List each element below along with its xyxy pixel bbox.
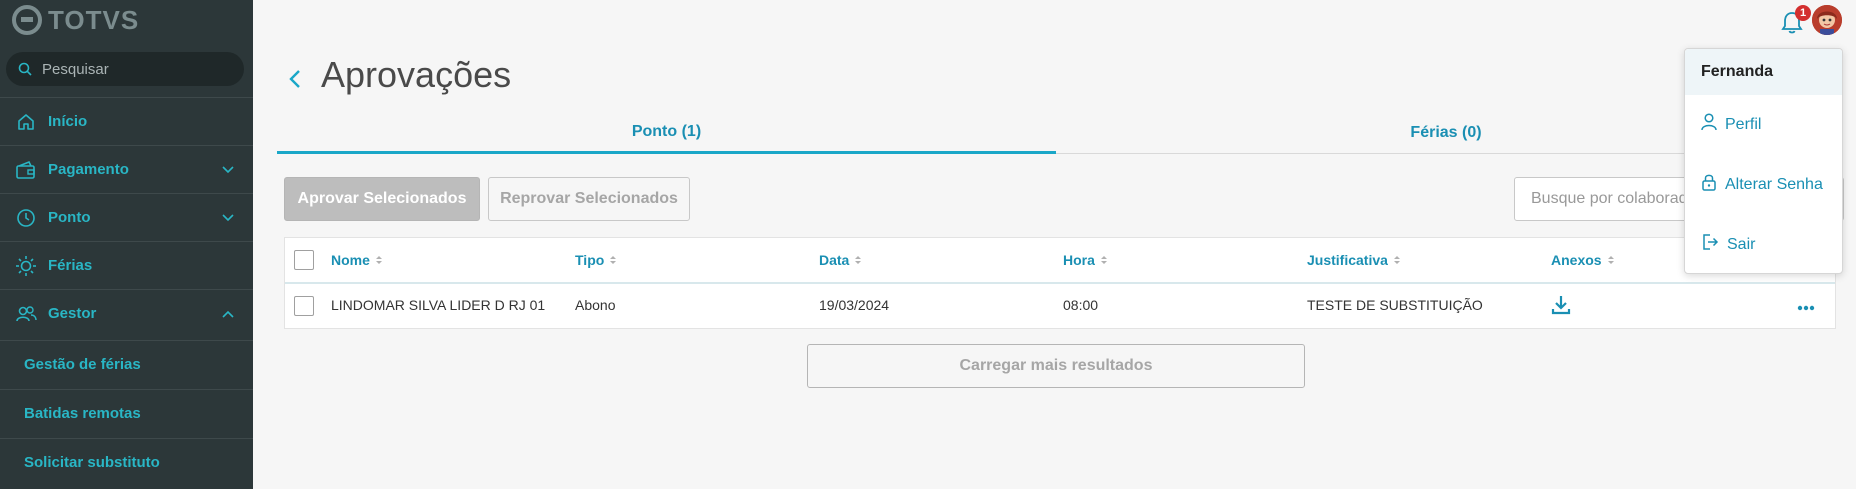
- reject-selected-button[interactable]: Reprovar Selecionados: [488, 177, 690, 221]
- users-icon: [15, 303, 37, 325]
- column-label: Tipo: [575, 252, 605, 268]
- sidebar-item-pagamento[interactable]: Pagamento: [0, 145, 253, 193]
- more-options-icon[interactable]: [1797, 298, 1815, 316]
- column-header-anexos[interactable]: Anexos: [1551, 252, 1614, 268]
- sun-icon: [15, 255, 37, 277]
- sidebar-item-label: Início: [48, 113, 88, 130]
- user-icon: [1701, 113, 1717, 136]
- sidebar-item-ponto[interactable]: Ponto: [0, 193, 253, 241]
- logo-text: TOTVS: [48, 4, 140, 35]
- chevron-up-icon: [221, 307, 235, 321]
- sidebar-subitem-batidas-remotas[interactable]: Batidas remotas: [0, 389, 253, 437]
- sort-icon: [1607, 255, 1614, 265]
- menu-item-label: Alterar Senha: [1725, 175, 1823, 193]
- sidebar-subitem-solicitar-substituto[interactable]: Solicitar substituto: [0, 438, 253, 486]
- sidebar-item-label: Ponto: [48, 209, 91, 226]
- column-label: Anexos: [1551, 252, 1602, 268]
- home-icon: [15, 111, 37, 133]
- menu-item-sair[interactable]: Sair: [1701, 233, 1755, 256]
- wallet-icon: [15, 159, 37, 181]
- page-title: Aprovações: [321, 54, 512, 95]
- chevron-left-icon: [289, 70, 300, 88]
- cell-hora: 08:00: [1063, 297, 1099, 313]
- sidebar-item-label: Pagamento: [48, 161, 129, 178]
- column-label: Justificativa: [1307, 252, 1388, 268]
- logout-icon: [1701, 233, 1719, 256]
- totvs-logo-icon: [12, 5, 42, 35]
- column-header-justificativa[interactable]: Justificativa: [1307, 252, 1400, 268]
- column-label: Nome: [331, 252, 370, 268]
- menu-item-label: Sair: [1727, 235, 1756, 253]
- approvals-table: Nome Tipo Data Hora Justificativa Anexos…: [284, 237, 1836, 329]
- notification-badge: 1: [1795, 5, 1811, 21]
- sidebar-item-label: Férias: [48, 257, 93, 274]
- menu-item-label: Perfil: [1725, 115, 1762, 133]
- menu-item-perfil[interactable]: Perfil: [1701, 113, 1761, 136]
- cell-justificativa: TESTE DE SUBSTITUIÇÃO: [1307, 297, 1483, 313]
- back-button[interactable]: [284, 65, 306, 93]
- search-icon: [18, 62, 32, 76]
- sort-icon: [610, 255, 617, 265]
- column-label: Data: [819, 252, 850, 268]
- column-label: Hora: [1063, 252, 1095, 268]
- clock-icon: [15, 207, 37, 229]
- sort-icon: [855, 255, 862, 265]
- user-menu-name: Fernanda: [1685, 49, 1842, 95]
- table-header: Nome Tipo Data Hora Justificativa Anexos: [285, 238, 1835, 284]
- sidebar-item-inicio[interactable]: Início: [0, 97, 253, 145]
- sidebar-subitem-gestao-ferias[interactable]: Gestão de férias: [0, 340, 253, 388]
- sidebar: TOTVS Início Pagamento Ponto Férias Gest…: [0, 0, 253, 489]
- download-icon[interactable]: [1551, 294, 1571, 321]
- lock-icon: [1701, 173, 1717, 196]
- chevron-down-icon: [221, 211, 235, 225]
- column-header-data[interactable]: Data: [819, 252, 862, 268]
- user-menu: Fernanda Perfil Alterar Senha Sair: [1684, 48, 1843, 274]
- table-row[interactable]: LINDOMAR SILVA LIDER D RJ 01 Abono 19/03…: [285, 284, 1835, 328]
- sidebar-search[interactable]: [6, 52, 244, 86]
- sidebar-item-gestor[interactable]: Gestor: [0, 289, 253, 337]
- sort-icon: [1100, 255, 1107, 265]
- cell-nome: LINDOMAR SILVA LIDER D RJ 01: [331, 297, 546, 313]
- column-header-nome[interactable]: Nome: [331, 252, 382, 268]
- chevron-down-icon: [221, 163, 235, 177]
- load-more-button[interactable]: Carregar mais resultados: [807, 344, 1305, 388]
- sidebar-item-label: Gestor: [48, 305, 97, 322]
- sidebar-subitem-label: Batidas remotas: [24, 405, 141, 422]
- cell-data: 19/03/2024: [819, 297, 890, 313]
- sidebar-subitem-label: Gestão de férias: [24, 356, 141, 373]
- sidebar-search-input[interactable]: [42, 60, 222, 78]
- sidebar-subitem-label: Solicitar substituto: [24, 454, 160, 471]
- select-all-checkbox[interactable]: [294, 250, 314, 270]
- sort-icon: [375, 255, 382, 265]
- avatar[interactable]: [1812, 5, 1842, 35]
- approve-selected-button[interactable]: Aprovar Selecionados: [284, 177, 480, 221]
- menu-item-alterar-senha[interactable]: Alterar Senha: [1701, 173, 1823, 196]
- sidebar-item-ferias[interactable]: Férias: [0, 241, 253, 289]
- column-header-hora[interactable]: Hora: [1063, 252, 1107, 268]
- tab-ponto[interactable]: Ponto (1): [277, 112, 1056, 154]
- column-header-tipo[interactable]: Tipo: [575, 252, 617, 268]
- sort-icon: [1393, 255, 1400, 265]
- cell-tipo: Abono: [575, 297, 616, 313]
- row-checkbox[interactable]: [294, 296, 314, 316]
- logo: TOTVS: [12, 3, 139, 37]
